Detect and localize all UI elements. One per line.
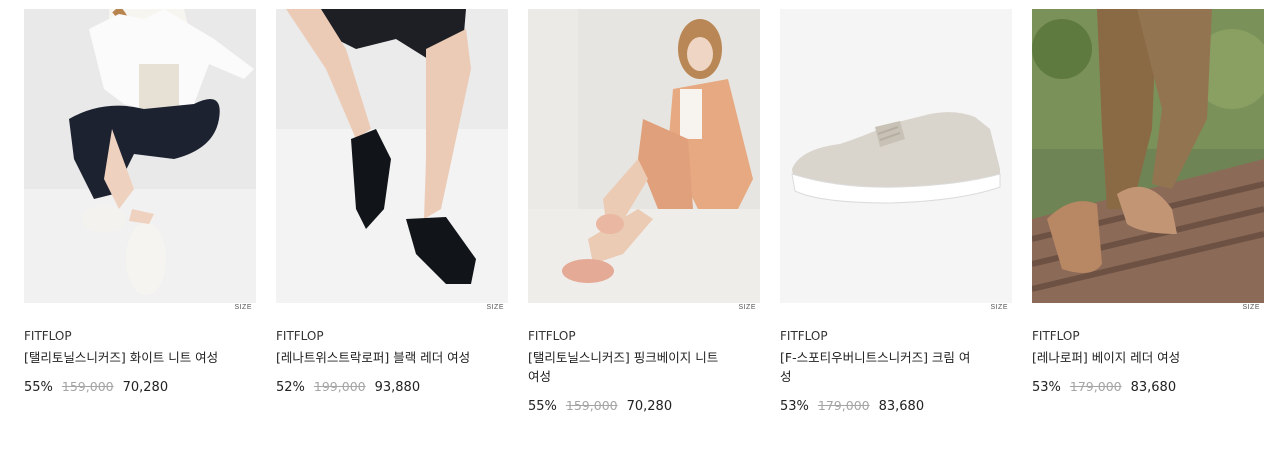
sale-price: 93,880 [374,380,421,395]
brand-name: FITFLOP [24,329,72,343]
product-image[interactable] [528,9,760,303]
product-name[interactable]: [탤리토닐스니커즈] 화이트 니트 여성 [24,348,219,367]
original-price: 179,000 [817,398,870,413]
sale-price: 83,680 [878,399,925,414]
price-row: 55% 159,000 70,280 [528,398,760,414]
sale-price: 70,280 [122,380,169,395]
sale-price: 83,680 [1130,380,1177,395]
discount-rate: 55% [528,399,557,414]
product-card[interactable]: SIZE FITFLOP [레나로퍼] 베이지 레더 여성 53% 179,00… [1032,9,1264,414]
discount-rate: 53% [1032,380,1061,395]
product-name[interactable]: [레나로퍼] 베이지 레더 여성 [1032,348,1227,367]
product-image[interactable] [1032,9,1264,303]
discount-rate: 55% [24,380,53,395]
brand-name: FITFLOP [276,329,324,343]
original-price: 199,000 [313,379,366,394]
brand-name: FITFLOP [780,329,828,343]
product-image[interactable] [276,9,508,303]
product-card[interactable]: SIZE FITFLOP [탤리토닐스니커즈] 화이트 니트 여성 55% 15… [24,9,256,414]
original-price: 179,000 [1069,379,1122,394]
product-name[interactable]: [레나트위스트락로퍼] 블랙 레더 여성 [276,348,471,367]
sale-price: 70,280 [626,399,673,414]
size-label[interactable]: SIZE [738,304,756,311]
original-price: 159,000 [565,398,618,413]
discount-rate: 52% [276,380,305,395]
original-price: 159,000 [61,379,114,394]
product-image[interactable] [24,9,256,303]
price-row: 53% 179,000 83,680 [1032,379,1264,395]
brand-name: FITFLOP [528,329,576,343]
brand-name: FITFLOP [1032,329,1080,343]
product-name[interactable]: [F-스포티우버니트스니커즈] 크림 여성 [780,348,975,386]
product-grid: SIZE FITFLOP [탤리토닐스니커즈] 화이트 니트 여성 55% 15… [24,9,1264,414]
size-label[interactable]: SIZE [486,304,504,311]
product-image[interactable] [780,9,1012,303]
product-card[interactable]: SIZE FITFLOP [F-스포티우버니트스니커즈] 크림 여성 53% 1… [780,9,1012,414]
size-label[interactable]: SIZE [234,304,252,311]
product-name[interactable]: [탤리토닐스니커즈] 핑크베이지 니트 여성 [528,348,723,386]
product-card[interactable]: SIZE FITFLOP [탤리토닐스니커즈] 핑크베이지 니트 여성 55% … [528,9,760,414]
size-label[interactable]: SIZE [1242,304,1260,311]
price-row: 53% 179,000 83,680 [780,398,1012,414]
price-row: 55% 159,000 70,280 [24,379,256,395]
discount-rate: 53% [780,399,809,414]
price-row: 52% 199,000 93,880 [276,379,508,395]
product-card[interactable]: SIZE FITFLOP [레나트위스트락로퍼] 블랙 레더 여성 52% 19… [276,9,508,414]
size-label[interactable]: SIZE [990,304,1008,311]
